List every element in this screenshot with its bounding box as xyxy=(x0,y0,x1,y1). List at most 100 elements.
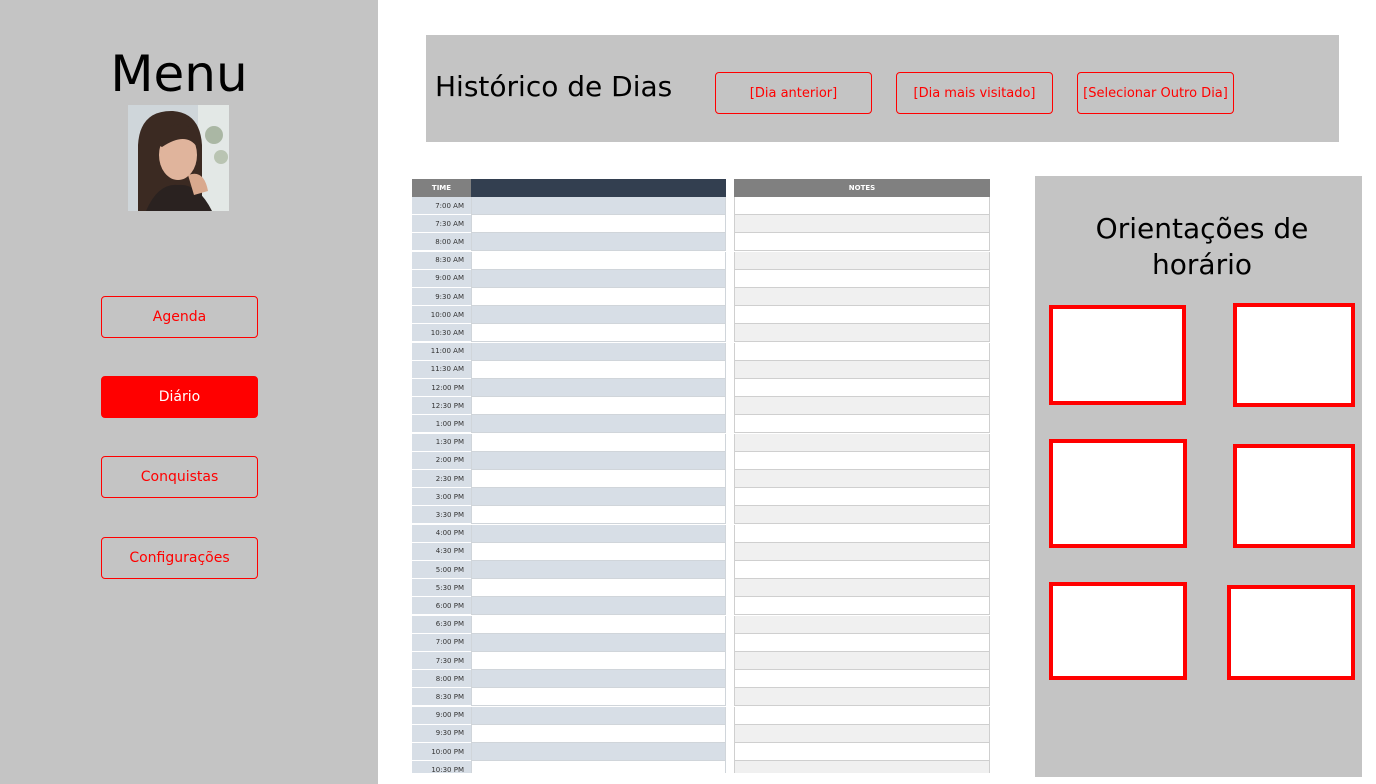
schedule-entry-cell[interactable] xyxy=(471,324,726,343)
note-cell[interactable] xyxy=(734,197,990,215)
previous-day-button[interactable]: [Dia anterior] xyxy=(715,72,872,114)
schedule-entry-cell[interactable] xyxy=(471,288,726,306)
time-cell: 8:30 AM xyxy=(412,251,471,270)
schedule-entry-cell[interactable] xyxy=(471,542,726,561)
schedule-entry-cell[interactable] xyxy=(471,670,726,689)
schedule-entry-cell[interactable] xyxy=(471,215,726,234)
note-cell[interactable] xyxy=(734,433,990,452)
note-cell[interactable] xyxy=(734,215,990,234)
schedule-entry-cell[interactable] xyxy=(471,615,726,634)
note-cell[interactable] xyxy=(734,743,990,761)
schedule-entry-cell[interactable] xyxy=(471,724,726,743)
note-cell[interactable] xyxy=(734,542,990,561)
most-visited-day-button[interactable]: [Dia mais visitado] xyxy=(896,72,1053,114)
schedule-entry-cell[interactable] xyxy=(471,397,726,416)
schedule-entry-cell[interactable] xyxy=(471,506,726,525)
history-header: Histórico de Dias [Dia anterior] [Dia ma… xyxy=(426,35,1339,142)
schedule-entry-cell[interactable] xyxy=(471,451,726,470)
time-cell: 10:30 AM xyxy=(412,324,471,343)
note-cell[interactable] xyxy=(734,724,990,743)
orientation-box-6[interactable] xyxy=(1227,585,1355,680)
schedule-entry-cell[interactable] xyxy=(471,688,726,707)
schedule-entry-cell[interactable] xyxy=(471,379,726,397)
schedule-entry-cell[interactable] xyxy=(471,269,726,288)
time-cell: 12:00 PM xyxy=(412,379,471,397)
time-cell: 9:30 PM xyxy=(412,724,471,743)
orientation-box-2[interactable] xyxy=(1233,303,1355,407)
time-cell: 10:00 PM xyxy=(412,743,471,761)
orientation-box-1[interactable] xyxy=(1049,305,1186,405)
schedule-entry-cell[interactable] xyxy=(471,251,726,270)
schedule-entry-cell[interactable] xyxy=(471,306,726,325)
nav-diario-button[interactable]: Diário xyxy=(101,376,258,418)
orientation-box-4[interactable] xyxy=(1233,444,1355,548)
time-column-header: TIME xyxy=(412,179,471,197)
time-cell: 4:00 PM xyxy=(412,524,471,543)
page-title: Histórico de Dias xyxy=(435,70,673,103)
schedule-entry-cell[interactable] xyxy=(471,597,726,616)
schedule-entry-cell[interactable] xyxy=(471,233,726,252)
schedule-entry-cell[interactable] xyxy=(471,743,726,761)
schedule-entry-cell[interactable] xyxy=(471,342,726,361)
time-cell: 7:00 PM xyxy=(412,633,471,652)
note-cell[interactable] xyxy=(734,652,990,670)
schedule-entry-cell[interactable] xyxy=(471,561,726,579)
note-cell[interactable] xyxy=(734,379,990,397)
time-cell: 12:30 PM xyxy=(412,397,471,416)
note-cell[interactable] xyxy=(734,288,990,306)
time-cell: 11:30 AM xyxy=(412,360,471,379)
schedule-entry-cell[interactable] xyxy=(471,524,726,543)
note-cell[interactable] xyxy=(734,506,990,525)
note-cell[interactable] xyxy=(734,761,990,773)
schedule-entry-cell[interactable] xyxy=(471,470,726,488)
note-cell[interactable] xyxy=(734,251,990,270)
orientation-box-5[interactable] xyxy=(1049,582,1187,680)
schedule-entry-cell[interactable] xyxy=(471,488,726,507)
note-cell[interactable] xyxy=(734,688,990,707)
nav-configuracoes-button[interactable]: Configurações xyxy=(101,537,258,579)
menu-title: Menu xyxy=(110,45,248,103)
note-cell[interactable] xyxy=(734,524,990,543)
time-cell: 7:30 PM xyxy=(412,652,471,670)
time-cell: 3:30 PM xyxy=(412,506,471,525)
orientation-title-line1: Orientações de xyxy=(1095,212,1309,245)
time-cell: 1:30 PM xyxy=(412,433,471,452)
note-cell[interactable] xyxy=(734,306,990,325)
note-cell[interactable] xyxy=(734,342,990,361)
schedule-entry-cell[interactable] xyxy=(471,761,726,773)
schedule-entry-cell[interactable] xyxy=(471,360,726,379)
note-cell[interactable] xyxy=(734,633,990,652)
note-cell[interactable] xyxy=(734,579,990,598)
nav-conquistas-button[interactable]: Conquistas xyxy=(101,456,258,498)
note-cell[interactable] xyxy=(734,397,990,416)
note-cell[interactable] xyxy=(734,670,990,689)
nav-agenda-button[interactable]: Agenda xyxy=(101,296,258,338)
orientation-box-3[interactable] xyxy=(1049,439,1187,548)
note-cell[interactable] xyxy=(734,451,990,470)
select-other-day-button[interactable]: [Selecionar Outro Dia] xyxy=(1077,72,1234,114)
note-cell[interactable] xyxy=(734,488,990,507)
schedule-entry-cell[interactable] xyxy=(471,415,726,434)
schedule-entry-cell[interactable] xyxy=(471,433,726,452)
note-cell[interactable] xyxy=(734,269,990,288)
note-cell[interactable] xyxy=(734,597,990,616)
time-cell: 2:00 PM xyxy=(412,451,471,470)
note-cell[interactable] xyxy=(734,706,990,725)
time-cell: 9:30 AM xyxy=(412,288,471,306)
schedule-entry-cell[interactable] xyxy=(471,197,726,215)
note-cell[interactable] xyxy=(734,561,990,579)
note-cell[interactable] xyxy=(734,233,990,252)
schedule-entry-cell[interactable] xyxy=(471,633,726,652)
schedule-entry-cell[interactable] xyxy=(471,652,726,670)
time-cell: 2:30 PM xyxy=(412,470,471,488)
schedule-entry-cell[interactable] xyxy=(471,706,726,725)
note-cell[interactable] xyxy=(734,360,990,379)
avatar xyxy=(128,105,229,211)
note-cell[interactable] xyxy=(734,615,990,634)
note-cell[interactable] xyxy=(734,415,990,434)
time-cell: 7:30 AM xyxy=(412,215,471,234)
schedule-entry-cell[interactable] xyxy=(471,579,726,598)
note-cell[interactable] xyxy=(734,324,990,343)
note-cell[interactable] xyxy=(734,470,990,488)
orientation-panel: Orientações de horário xyxy=(1035,176,1362,777)
